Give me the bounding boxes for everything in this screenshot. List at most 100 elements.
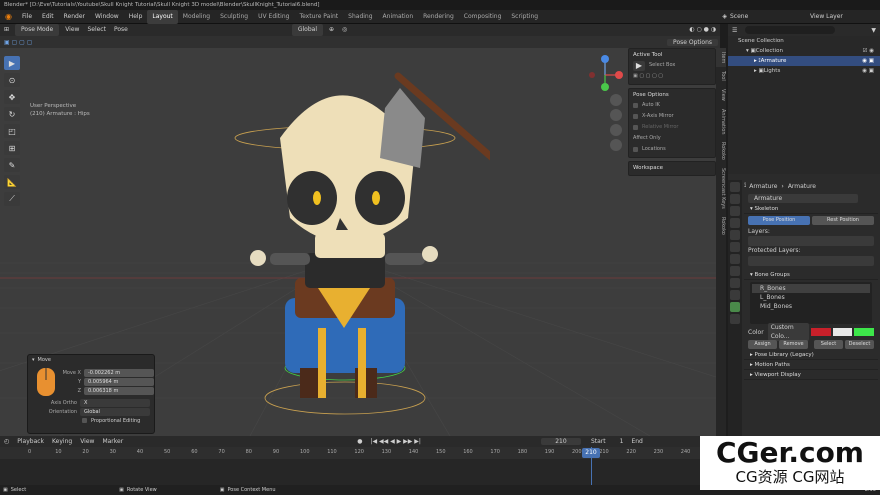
playhead-frame[interactable]: 210	[582, 448, 600, 458]
menu-window[interactable]: Window	[90, 10, 124, 24]
tab-rokoko-2[interactable]: Rokoko	[716, 213, 726, 239]
workspace-section[interactable]: Workspace	[628, 161, 716, 176]
locations-checkbox[interactable]: Locations	[633, 144, 711, 155]
viewport-shading-icons[interactable]: ◐ ○ ● ◑	[685, 24, 720, 36]
relative-mirror-checkbox[interactable]: Relative Mirror	[633, 122, 711, 133]
pose-position-button[interactable]: Pose Position	[748, 216, 810, 225]
playback-controls[interactable]: |◀ ◀◀ ◀ ▶ ▶▶ ▶|	[370, 438, 421, 445]
current-frame-field[interactable]: 210	[540, 438, 581, 445]
operator-title[interactable]: Move	[38, 357, 51, 363]
world-tab-icon[interactable]	[730, 242, 740, 252]
tab-view[interactable]: View	[716, 85, 726, 105]
select-color-swatch[interactable]	[832, 328, 853, 336]
tab-texture-paint[interactable]: Texture Paint	[294, 10, 343, 24]
armature-name-field[interactable]: Armature	[748, 193, 858, 203]
select-mode-buttons[interactable]: ▣ ▢ ▢ ▢ ▢	[633, 71, 711, 82]
menu-help[interactable]: Help	[124, 10, 148, 24]
move-z-field[interactable]: 0.006318 m	[84, 387, 154, 395]
menu-file[interactable]: File	[17, 10, 37, 24]
bone-group-item[interactable]: L_Bones	[752, 293, 870, 302]
select-box-tool-icon[interactable]: ▶	[4, 56, 20, 70]
normal-color-swatch[interactable]	[811, 328, 831, 336]
bone-tab-icon[interactable]	[730, 314, 740, 324]
bone-group-item[interactable]: Mid_Bones	[752, 302, 870, 311]
view-layer-selector[interactable]: View Layer	[810, 13, 880, 20]
outliner-row-lights[interactable]: ▸ ▣ Lights ◉ ▣	[728, 66, 880, 76]
scene-selector[interactable]: Scene	[730, 13, 810, 20]
tab-tool[interactable]: Tool	[716, 67, 726, 85]
remove-button[interactable]: Remove	[779, 339, 808, 349]
bone-tool-icon[interactable]: ⟋	[4, 192, 20, 206]
tab-uv-editing[interactable]: UV Editing	[253, 10, 294, 24]
viewport-display-header[interactable]: ▸ Viewport Display	[744, 370, 878, 380]
armature-data-tab-icon[interactable]	[730, 302, 740, 312]
tab-rokoko[interactable]: Rokoko	[716, 138, 726, 164]
outliner-row-scene-collection[interactable]: Scene Collection	[728, 36, 880, 46]
outliner-editor-icon[interactable]: ☰	[732, 27, 737, 34]
render-tab-icon[interactable]	[730, 194, 740, 204]
bone-group-item[interactable]: R_Bones	[752, 284, 870, 293]
blender-logo-icon[interactable]: ◉	[0, 12, 17, 21]
tab-modeling[interactable]: Modeling	[178, 10, 215, 24]
playback-menu[interactable]: Playback	[13, 438, 48, 445]
proportional-icon[interactable]: ◎	[338, 24, 351, 36]
cursor-tool-icon[interactable]: ⊙	[4, 73, 20, 87]
motion-paths-header[interactable]: ▸ Motion Paths	[744, 360, 878, 370]
modifier-tab-icon[interactable]	[730, 266, 740, 276]
pose-library-header[interactable]: ▸ Pose Library (Legacy)	[744, 350, 878, 360]
snap-icon[interactable]: ⊕	[325, 24, 338, 36]
proportional-editing-checkbox[interactable]: Proportional Editing	[28, 416, 154, 425]
editor-type-icon[interactable]: ⊞	[0, 24, 13, 36]
constraint-tab-icon[interactable]	[730, 290, 740, 300]
frame-ruler[interactable]: 0 10 20 30 40 50 60 70 80 90 100 110 120 130 140 150 160…	[0, 447, 720, 459]
skeleton-header[interactable]: ▾ Skeleton	[744, 204, 878, 214]
mode-dropdown[interactable]: Pose Mode	[15, 24, 60, 36]
output-tab-icon[interactable]	[730, 206, 740, 216]
select-button[interactable]: Select	[814, 339, 843, 349]
tab-sculpting[interactable]: Sculpting	[215, 10, 253, 24]
view-layer-tab-icon[interactable]	[730, 218, 740, 228]
collapse-icon[interactable]: ▾	[32, 357, 35, 363]
move-x-field[interactable]: -0.002262 m	[84, 369, 154, 377]
assign-button[interactable]: Assign	[748, 339, 777, 349]
select-mode-icon[interactable]: ▣ ▢ ▢ ▢	[0, 39, 36, 46]
scene-tab-icon[interactable]	[730, 230, 740, 240]
record-icon[interactable]: ●	[357, 438, 362, 445]
object-tab-icon[interactable]	[730, 254, 740, 264]
transform-tool-icon[interactable]: ⊞	[4, 141, 20, 155]
measure-tool-icon[interactable]: 📐	[4, 175, 20, 189]
select-menu[interactable]: Select	[83, 24, 110, 36]
transform-orientation-dropdown[interactable]: Global	[291, 24, 323, 36]
start-frame-field[interactable]: 1	[620, 438, 624, 445]
deselect-button[interactable]: Deselect	[845, 339, 874, 349]
move-tool-icon[interactable]: ✥	[4, 90, 20, 104]
outliner-row-collection[interactable]: ▾ ▣ Collection ☑ ◉	[728, 46, 880, 56]
tab-screencast-keys[interactable]: Screencast Keys	[716, 164, 726, 213]
tab-shading[interactable]: Shading	[343, 10, 377, 24]
tab-animation[interactable]: Animation	[378, 10, 419, 24]
tab-layout[interactable]: Layout	[147, 9, 178, 24]
menu-render[interactable]: Render	[59, 10, 90, 24]
pose-menu[interactable]: Pose	[110, 24, 132, 36]
timeline-view-menu[interactable]: View	[76, 438, 98, 445]
timeline-editor-icon[interactable]: ◴	[0, 438, 13, 445]
annotate-tool-icon[interactable]: ✎	[4, 158, 20, 172]
auto-ik-checkbox[interactable]: Auto IK	[633, 100, 711, 111]
scale-tool-icon[interactable]: ◰	[4, 124, 20, 138]
move-y-field[interactable]: 0.005964 m	[84, 378, 154, 386]
tab-scripting[interactable]: Scripting	[506, 10, 543, 24]
view-menu[interactable]: View	[61, 24, 83, 36]
filter-icon[interactable]: ▼	[871, 27, 876, 34]
active-tool-title[interactable]: Active Tool	[633, 51, 711, 60]
rest-position-button[interactable]: Rest Position	[812, 216, 874, 225]
outliner-row-armature[interactable]: ▸ ⟟ Armature ◉ ▣	[728, 56, 880, 66]
x-axis-mirror-checkbox[interactable]: X-Axis Mirror	[633, 111, 711, 122]
select-box-icon[interactable]: ▶	[633, 60, 645, 71]
marker-menu[interactable]: Marker	[98, 438, 127, 445]
protected-layers-grid[interactable]	[748, 256, 874, 266]
workspace-title[interactable]: Workspace	[633, 164, 711, 173]
pose-options-dropdown[interactable]: Pose Options	[667, 38, 718, 46]
keying-menu[interactable]: Keying	[48, 438, 76, 445]
axis-ortho-dropdown[interactable]: X	[80, 398, 150, 407]
layers-grid[interactable]	[748, 236, 874, 246]
